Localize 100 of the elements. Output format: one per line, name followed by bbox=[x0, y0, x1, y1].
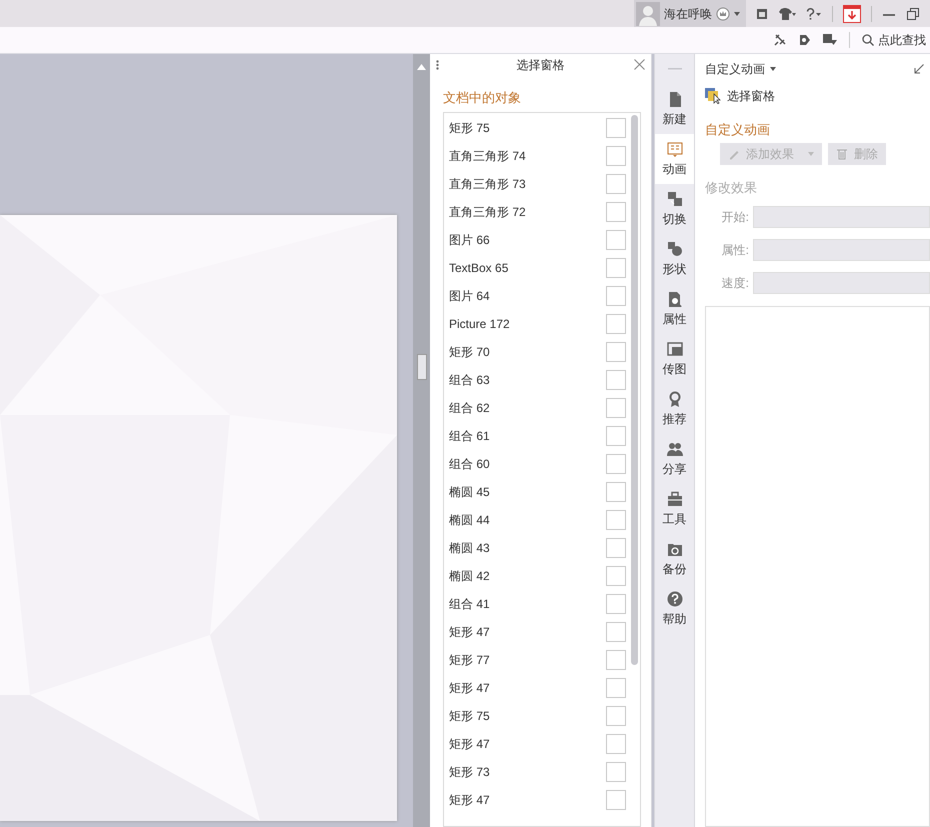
transition-icon bbox=[666, 190, 682, 206]
help-icon bbox=[806, 8, 822, 20]
image-icon bbox=[666, 340, 682, 356]
caret-icon bbox=[808, 152, 814, 156]
panel-title-dropdown[interactable]: 自定义动画 bbox=[705, 60, 776, 78]
visibility-checkbox[interactable] bbox=[606, 202, 626, 222]
object-name[interactable]: 图片 64 bbox=[449, 286, 606, 304]
visibility-checkbox[interactable] bbox=[606, 454, 626, 474]
visibility-checkbox[interactable] bbox=[606, 650, 626, 670]
scrollbar-thumb[interactable] bbox=[631, 114, 638, 664]
pane-title: 选择窗格 bbox=[516, 57, 564, 74]
toolbox-icon bbox=[666, 490, 682, 506]
object-name[interactable]: 椭圆 45 bbox=[449, 482, 606, 500]
visibility-checkbox[interactable] bbox=[606, 342, 626, 362]
sidebar-tab[interactable]: 分享 bbox=[655, 434, 694, 484]
visibility-checkbox[interactable] bbox=[606, 370, 626, 390]
visibility-checkbox[interactable] bbox=[606, 118, 626, 138]
slideshow-icon bbox=[666, 140, 682, 156]
object-name[interactable]: 组合 62 bbox=[449, 398, 606, 416]
visibility-checkbox[interactable] bbox=[606, 566, 626, 586]
shapes-icon bbox=[666, 240, 682, 256]
sidebar-tab[interactable]: 传图 bbox=[655, 334, 694, 384]
visibility-checkbox[interactable] bbox=[606, 482, 626, 502]
close-icon[interactable] bbox=[634, 59, 645, 70]
caret-icon bbox=[770, 67, 776, 71]
section-title: 自定义动画 bbox=[705, 121, 771, 139]
object-name[interactable]: 矩形 73 bbox=[449, 762, 606, 780]
sidebar-tab[interactable]: 切换 bbox=[655, 184, 694, 234]
object-name[interactable]: Picture 172 bbox=[449, 314, 606, 332]
visibility-checkbox[interactable] bbox=[606, 594, 626, 614]
object-name[interactable]: 矩形 75 bbox=[449, 706, 606, 724]
sidebar-tab[interactable]: 动画 bbox=[655, 134, 694, 184]
shirt-icon bbox=[778, 8, 796, 20]
visibility-checkbox[interactable] bbox=[606, 146, 626, 166]
visibility-checkbox[interactable] bbox=[606, 762, 626, 782]
object-name[interactable]: 矩形 47 bbox=[449, 790, 606, 808]
caret-icon bbox=[734, 12, 740, 16]
sidebar-tab[interactable]: 形状 bbox=[655, 234, 694, 284]
tag-icon bbox=[799, 34, 811, 46]
sidebar-tab[interactable]: 属性 bbox=[655, 284, 694, 334]
sidebar-tab[interactable]: 备份 bbox=[655, 534, 694, 584]
sidebar-tab[interactable]: 新建 bbox=[655, 84, 694, 134]
object-name[interactable]: 组合 60 bbox=[449, 454, 606, 472]
field-label: 速度: bbox=[720, 275, 750, 292]
visibility-checkbox[interactable] bbox=[606, 230, 626, 250]
object-name[interactable]: 矩形 47 bbox=[449, 734, 606, 752]
object-name[interactable]: 矩形 47 bbox=[449, 678, 606, 696]
restore-icon[interactable] bbox=[906, 6, 920, 20]
collapse-arrow-icon bbox=[914, 64, 924, 74]
section-title: 修改效果 bbox=[705, 178, 758, 196]
visibility-checkbox[interactable] bbox=[606, 258, 626, 278]
object-name[interactable]: 图片 66 bbox=[449, 230, 606, 248]
object-name[interactable]: 组合 41 bbox=[449, 594, 606, 612]
help-icon bbox=[666, 590, 682, 606]
visibility-checkbox[interactable] bbox=[606, 790, 626, 810]
object-name[interactable]: 直角三角形 72 bbox=[449, 202, 606, 220]
visibility-checkbox[interactable] bbox=[606, 538, 626, 558]
object-name[interactable]: TextBox 65 bbox=[449, 258, 606, 276]
visibility-checkbox[interactable] bbox=[606, 510, 626, 530]
visibility-checkbox[interactable] bbox=[606, 734, 626, 754]
download-icon bbox=[843, 4, 861, 22]
search-field[interactable]: 点此查找 bbox=[862, 31, 930, 49]
selection-pane-link[interactable]: 选择窗格 bbox=[705, 87, 930, 105]
object-name[interactable]: 矩形 75 bbox=[449, 118, 606, 136]
comment-icon bbox=[823, 34, 837, 46]
search-icon bbox=[862, 34, 874, 46]
sidebar-tab[interactable]: 帮助 bbox=[655, 584, 694, 634]
object-name[interactable]: 矩形 70 bbox=[449, 342, 606, 360]
object-name[interactable]: 直角三角形 73 bbox=[449, 174, 606, 192]
section-title: 文档中的对象 bbox=[442, 89, 522, 107]
visibility-checkbox[interactable] bbox=[606, 426, 626, 446]
splitter-handle[interactable] bbox=[417, 354, 427, 380]
object-name[interactable]: 组合 61 bbox=[449, 426, 606, 444]
object-name[interactable]: 矩形 47 bbox=[449, 622, 606, 640]
trash-icon bbox=[836, 148, 848, 160]
scroll-up-icon bbox=[417, 64, 426, 70]
visibility-checkbox[interactable] bbox=[606, 314, 626, 334]
sidebar-tab[interactable]: 工具 bbox=[655, 484, 694, 534]
crown-icon bbox=[716, 6, 730, 20]
visibility-checkbox[interactable] bbox=[606, 398, 626, 418]
visibility-checkbox[interactable] bbox=[606, 706, 626, 726]
object-name[interactable]: 组合 63 bbox=[449, 370, 606, 388]
document-search-icon bbox=[666, 290, 682, 306]
user-account-button[interactable]: 海在呼唤 bbox=[634, 0, 746, 27]
people-icon bbox=[666, 440, 682, 456]
object-name[interactable]: 椭圆 43 bbox=[449, 538, 606, 556]
field-label: 开始: bbox=[720, 209, 750, 226]
selection-pane-icon bbox=[705, 88, 721, 104]
visibility-checkbox[interactable] bbox=[606, 622, 626, 642]
visibility-checkbox[interactable] bbox=[606, 174, 626, 194]
sidebar-tab[interactable]: 推荐 bbox=[655, 384, 694, 434]
object-name[interactable]: 矩形 77 bbox=[449, 650, 606, 668]
drag-handle-icon bbox=[436, 60, 439, 70]
object-name[interactable]: 椭圆 42 bbox=[449, 566, 606, 584]
ribbon-icon bbox=[666, 390, 682, 406]
object-name[interactable]: 椭圆 44 bbox=[449, 510, 606, 528]
object-name[interactable]: 直角三角形 74 bbox=[449, 146, 606, 164]
avatar-icon bbox=[636, 2, 660, 26]
visibility-checkbox[interactable] bbox=[606, 286, 626, 306]
visibility-checkbox[interactable] bbox=[606, 678, 626, 698]
